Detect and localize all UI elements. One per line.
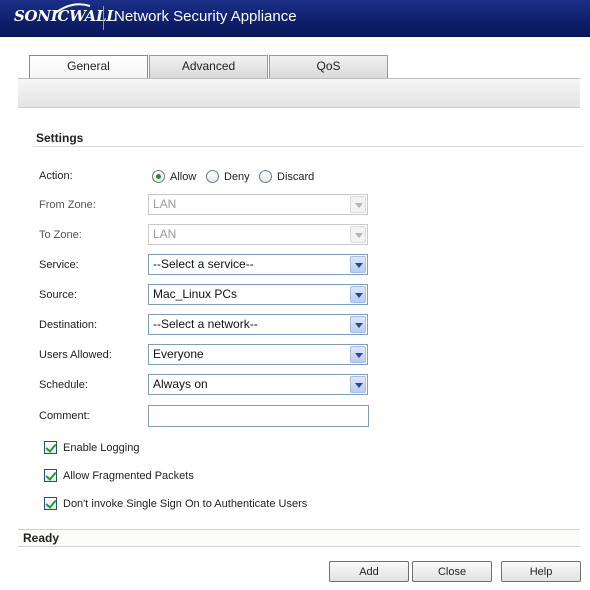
service-label: Service:: [39, 259, 79, 271]
to-zone-select: LAN: [148, 224, 368, 245]
from-zone-label: From Zone:: [39, 199, 96, 211]
deny-radio[interactable]: [206, 170, 219, 183]
from-zone-select: LAN: [148, 194, 368, 215]
enable-logging-label: Enable Logging: [63, 441, 140, 454]
discard-radio[interactable]: [259, 170, 272, 183]
destination-value: --Select a network--: [153, 317, 258, 331]
add-button[interactable]: Add: [329, 561, 409, 582]
action-discard-option[interactable]: Discard: [259, 170, 314, 183]
comment-input[interactable]: [148, 405, 369, 427]
chevron-down-icon[interactable]: [350, 256, 366, 273]
tab-panel-band: [18, 78, 580, 108]
schedule-select[interactable]: Always on: [148, 374, 368, 395]
allow-radio[interactable]: [152, 170, 165, 183]
settings-divider: [33, 146, 583, 147]
schedule-value: Always on: [153, 377, 208, 391]
allow-radio-label: Allow: [170, 170, 197, 183]
allow-fragmented-option[interactable]: Allow Fragmented Packets: [44, 469, 194, 482]
allow-fragmented-label: Allow Fragmented Packets: [63, 469, 194, 482]
allow-fragmented-checkbox[interactable]: [44, 469, 57, 482]
header-divider: [103, 6, 104, 30]
chevron-down-icon: [350, 196, 366, 213]
to-zone-label: To Zone:: [39, 229, 82, 241]
destination-label: Destination:: [39, 319, 98, 331]
tab-advanced[interactable]: Advanced: [149, 55, 268, 78]
action-label: Action:: [39, 170, 73, 182]
source-label: Source:: [39, 289, 77, 301]
chevron-down-icon[interactable]: [350, 376, 366, 393]
schedule-label: Schedule:: [39, 379, 88, 391]
action-deny-option[interactable]: Deny: [206, 170, 250, 183]
users-allowed-value: Everyone: [153, 347, 204, 361]
chevron-down-icon[interactable]: [350, 286, 366, 303]
sso-checkbox[interactable]: [44, 497, 57, 510]
tab-qos[interactable]: QoS: [269, 55, 388, 78]
source-value: Mac_Linux PCs: [153, 287, 238, 301]
users-allowed-label: Users Allowed:: [39, 349, 112, 361]
comment-label: Comment:: [39, 410, 90, 422]
tab-general[interactable]: General: [29, 55, 148, 79]
help-button[interactable]: Help: [501, 561, 581, 582]
enable-logging-checkbox[interactable]: [44, 441, 57, 454]
discard-radio-label: Discard: [277, 170, 315, 183]
to-zone-value: LAN: [153, 227, 177, 241]
logo-swoosh-icon: [53, 3, 91, 15]
status-bar: Ready: [18, 529, 580, 547]
action-allow-option[interactable]: Allow: [152, 170, 196, 183]
from-zone-value: LAN: [153, 197, 177, 211]
settings-title: Settings: [36, 131, 84, 145]
app-header: SONICWALL Network Security Appliance: [0, 0, 590, 37]
deny-radio-label: Deny: [224, 170, 250, 183]
app-title: Network Security Appliance: [114, 8, 297, 25]
chevron-down-icon[interactable]: [350, 316, 366, 333]
users-allowed-select[interactable]: Everyone: [148, 344, 368, 365]
service-value: --Select a service--: [153, 257, 254, 271]
close-button[interactable]: Close: [412, 561, 492, 582]
service-select[interactable]: --Select a service--: [148, 254, 368, 275]
chevron-down-icon[interactable]: [350, 346, 366, 363]
sso-option[interactable]: Don't invoke Single Sign On to Authentic…: [44, 497, 307, 510]
source-select[interactable]: Mac_Linux PCs: [148, 284, 368, 305]
enable-logging-option[interactable]: Enable Logging: [44, 441, 139, 454]
sso-label: Don't invoke Single Sign On to Authentic…: [63, 497, 308, 510]
chevron-down-icon: [350, 226, 366, 243]
destination-select[interactable]: --Select a network--: [148, 314, 368, 335]
